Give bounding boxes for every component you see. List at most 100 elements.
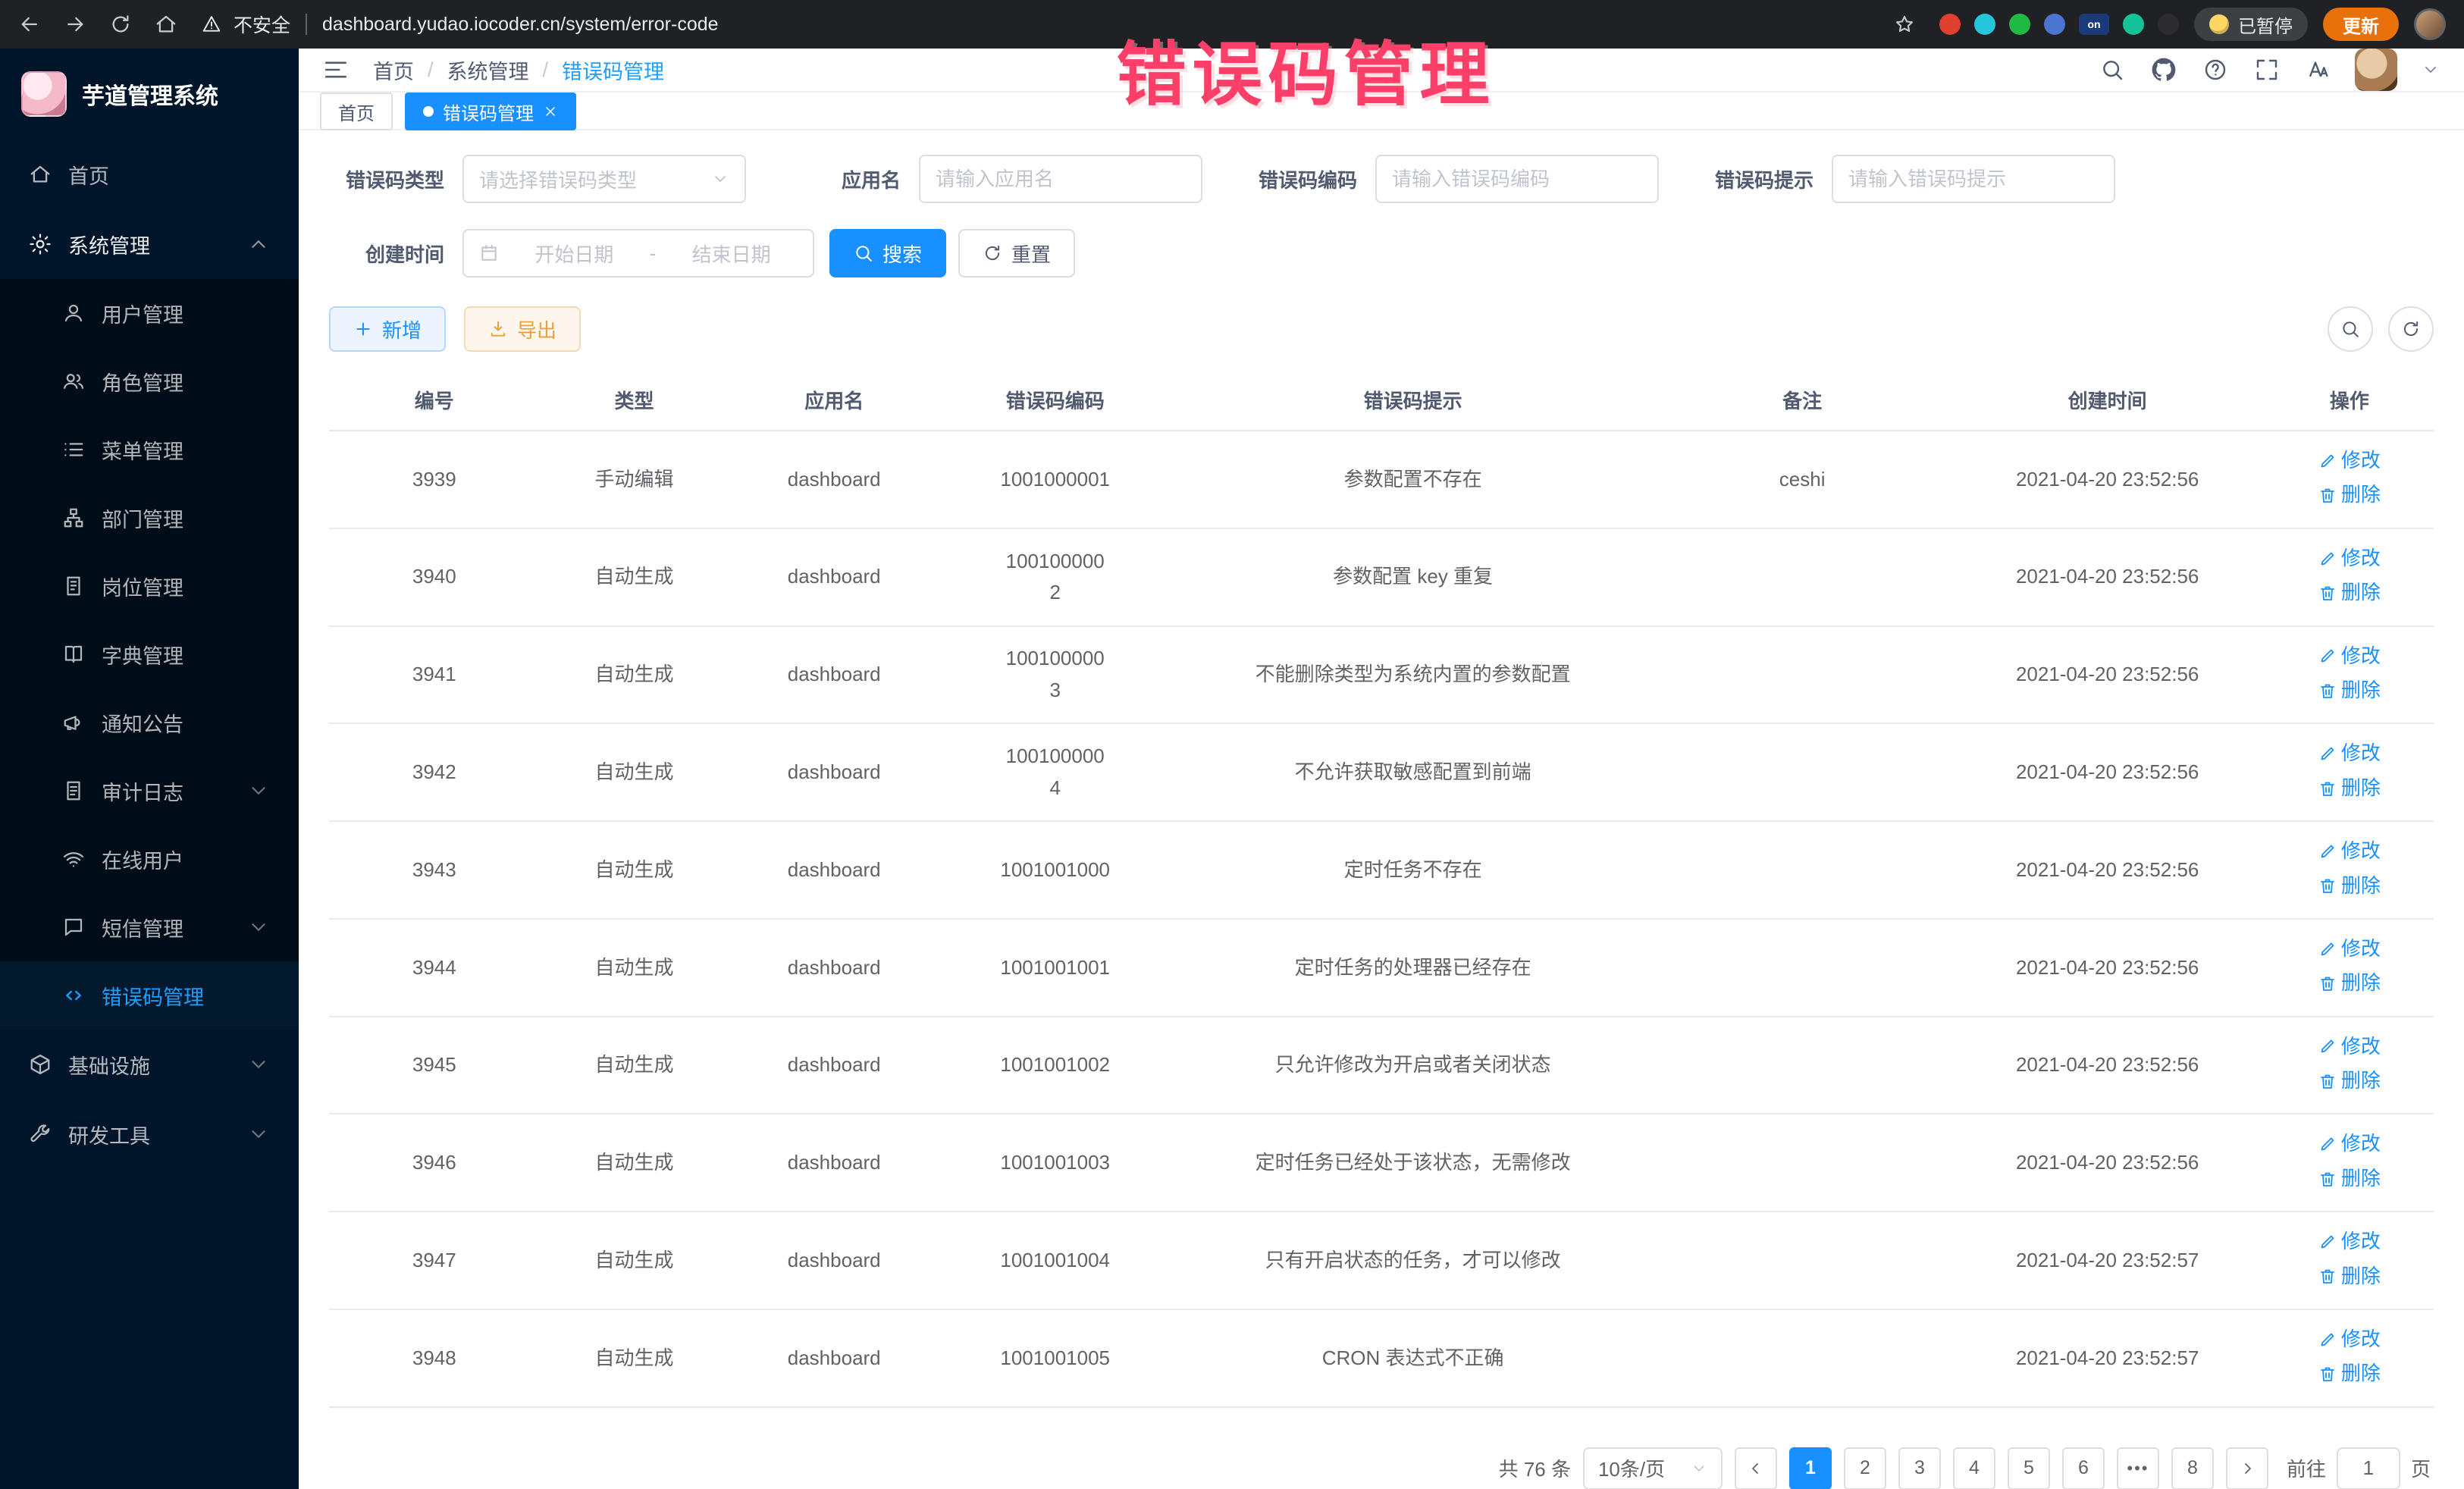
sidebar-item-infra[interactable]: 基础设施	[0, 1030, 299, 1099]
refresh-icon[interactable]	[2388, 306, 2434, 352]
dark-pin-extension[interactable]	[2158, 14, 2179, 35]
close-icon[interactable]	[543, 104, 558, 119]
teal-drop-extension[interactable]	[1974, 14, 1995, 35]
page-button-2[interactable]: 2	[1844, 1447, 1886, 1489]
breadcrumb-item[interactable]: 系统管理	[447, 55, 529, 85]
sidebar-item-error-code[interactable]: 错误码管理	[0, 961, 299, 1030]
delete-link[interactable]: 删除	[2318, 1358, 2381, 1390]
address-bar[interactable]: 不安全 dashboard.yudao.iocoder.cn/system/er…	[193, 5, 1924, 44]
edit-link[interactable]: 修改	[2318, 738, 2381, 770]
breadcrumb-item[interactable]: 错误码管理	[562, 55, 664, 85]
error-hint-input[interactable]	[1832, 155, 2115, 203]
delete-link[interactable]: 删除	[2318, 967, 2381, 999]
tab-home[interactable]: 首页	[320, 92, 393, 130]
fullscreen-icon[interactable]	[2255, 58, 2279, 82]
sidebar-item-label: 部门管理	[102, 503, 271, 533]
sidebar-item-menu[interactable]: 菜单管理	[0, 415, 299, 484]
breadcrumb-item[interactable]: 首页	[373, 55, 414, 85]
red-circle-extension[interactable]	[1939, 14, 1961, 35]
forward-icon[interactable]	[64, 13, 86, 36]
date-range-picker[interactable]: 开始日期 - 结束日期	[462, 229, 814, 277]
edit-link[interactable]: 修改	[2318, 933, 2381, 965]
green-leaf-extension[interactable]	[2123, 14, 2144, 35]
edit-link[interactable]: 修改	[2318, 1128, 2381, 1160]
tab-error-code[interactable]: 错误码管理	[405, 92, 576, 130]
column-header: 错误码提示	[1171, 370, 1654, 431]
app-name-input[interactable]	[919, 155, 1202, 203]
edit-link[interactable]: 修改	[2318, 835, 2381, 867]
trash-icon	[2318, 1072, 2337, 1090]
back-icon[interactable]	[18, 13, 41, 36]
delete-link[interactable]: 删除	[2318, 577, 2381, 609]
browser-profile-avatar[interactable]	[2414, 8, 2446, 40]
add-button[interactable]: 新增	[329, 306, 446, 352]
error-type-select[interactable]: 请选择错误码类型	[462, 155, 746, 203]
edit-link[interactable]: 修改	[2318, 1324, 2381, 1356]
github-icon[interactable]	[2152, 58, 2176, 82]
delete-link[interactable]: 删除	[2318, 1261, 2381, 1293]
page-size-select[interactable]: 10条/页	[1583, 1447, 1723, 1489]
bookmark-star-icon[interactable]	[1894, 14, 1915, 35]
sidebar-item-role[interactable]: 角色管理	[0, 347, 299, 415]
paused-badge[interactable]: 已暂停	[2194, 8, 2308, 41]
reset-button[interactable]: 重置	[958, 229, 1075, 277]
page-button-1[interactable]: 1	[1789, 1447, 1832, 1489]
delete-link[interactable]: 删除	[2318, 870, 2381, 902]
delete-link[interactable]: 删除	[2318, 675, 2381, 707]
page-button-4[interactable]: 4	[1953, 1447, 1995, 1489]
sidebar-item-label: 用户管理	[102, 299, 271, 328]
goto-page-input[interactable]	[2337, 1447, 2400, 1489]
filter-row-1: 错误码类型 请选择错误码类型 应用名 错误码编码	[329, 155, 2434, 203]
sidebar-item-dict[interactable]: 字典管理	[0, 620, 299, 688]
font-size-icon[interactable]	[2306, 58, 2331, 82]
sidebar-item-devtools[interactable]: 研发工具	[0, 1099, 299, 1169]
sidebar-item-audit-log[interactable]: 审计日志	[0, 757, 299, 825]
pagination-prev-button[interactable]	[1735, 1447, 1777, 1489]
menu-fold-icon[interactable]	[323, 57, 349, 83]
sidebar-item-post[interactable]: 岗位管理	[0, 552, 299, 620]
edit-link[interactable]: 修改	[2318, 641, 2381, 672]
sidebar-item-label: 岗位管理	[102, 572, 271, 601]
sidebar-item-user[interactable]: 用户管理	[0, 279, 299, 347]
sidebar-item-system[interactable]: 系统管理	[0, 209, 299, 279]
sidebar-item-sms[interactable]: 短信管理	[0, 893, 299, 961]
update-button[interactable]: 更新	[2323, 8, 2399, 41]
page-button-6[interactable]: 6	[2062, 1447, 2105, 1489]
sidebar-item-online-user[interactable]: 在线用户	[0, 825, 299, 893]
sidebar-item-notice[interactable]: 通知公告	[0, 688, 299, 757]
app-logo[interactable]: 芋道管理系统	[0, 49, 299, 139]
sidebar-item-dept[interactable]: 部门管理	[0, 484, 299, 552]
page-button-5[interactable]: 5	[2008, 1447, 2050, 1489]
error-code-input[interactable]	[1375, 155, 1659, 203]
chevron-down-icon[interactable]	[2422, 61, 2440, 79]
green-check-extension[interactable]	[2009, 14, 2030, 35]
delete-link[interactable]: 删除	[2318, 1065, 2381, 1097]
export-button[interactable]: 导出	[464, 306, 581, 352]
magnifier-icon[interactable]	[2328, 306, 2373, 352]
cell-hint: CRON 表达式不正确	[1171, 1309, 1654, 1407]
page-ellipsis[interactable]: •••	[2117, 1447, 2159, 1489]
page-button-3[interactable]: 3	[1898, 1447, 1941, 1489]
delete-link[interactable]: 删除	[2318, 479, 2381, 511]
user-avatar[interactable]	[2355, 49, 2397, 91]
search-button[interactable]: 搜索	[829, 229, 946, 277]
sidebar-item-label: 字典管理	[102, 640, 271, 669]
reload-icon[interactable]	[109, 13, 132, 36]
delete-link[interactable]: 删除	[2318, 1163, 2381, 1195]
home-icon[interactable]	[155, 13, 177, 36]
pagination-next-button[interactable]	[2226, 1447, 2268, 1489]
delete-link[interactable]: 删除	[2318, 773, 2381, 804]
cell-hint: 只有开启状态的任务，才可以修改	[1171, 1212, 1654, 1309]
blue-grid-extension[interactable]	[2044, 14, 2065, 35]
cube-icon	[27, 1053, 53, 1076]
search-icon[interactable]	[2100, 58, 2124, 82]
filter-row-2: 创建时间 开始日期 - 结束日期 搜索 重置	[329, 229, 2434, 277]
sidebar-item-home[interactable]: 首页	[0, 139, 299, 209]
edit-link[interactable]: 修改	[2318, 445, 2381, 477]
edit-link[interactable]: 修改	[2318, 1226, 2381, 1258]
on-badge-extension[interactable]: on	[2079, 14, 2109, 35]
page-button-8[interactable]: 8	[2171, 1447, 2214, 1489]
edit-link[interactable]: 修改	[2318, 1031, 2381, 1063]
help-icon[interactable]	[2203, 58, 2227, 82]
edit-link[interactable]: 修改	[2318, 543, 2381, 575]
